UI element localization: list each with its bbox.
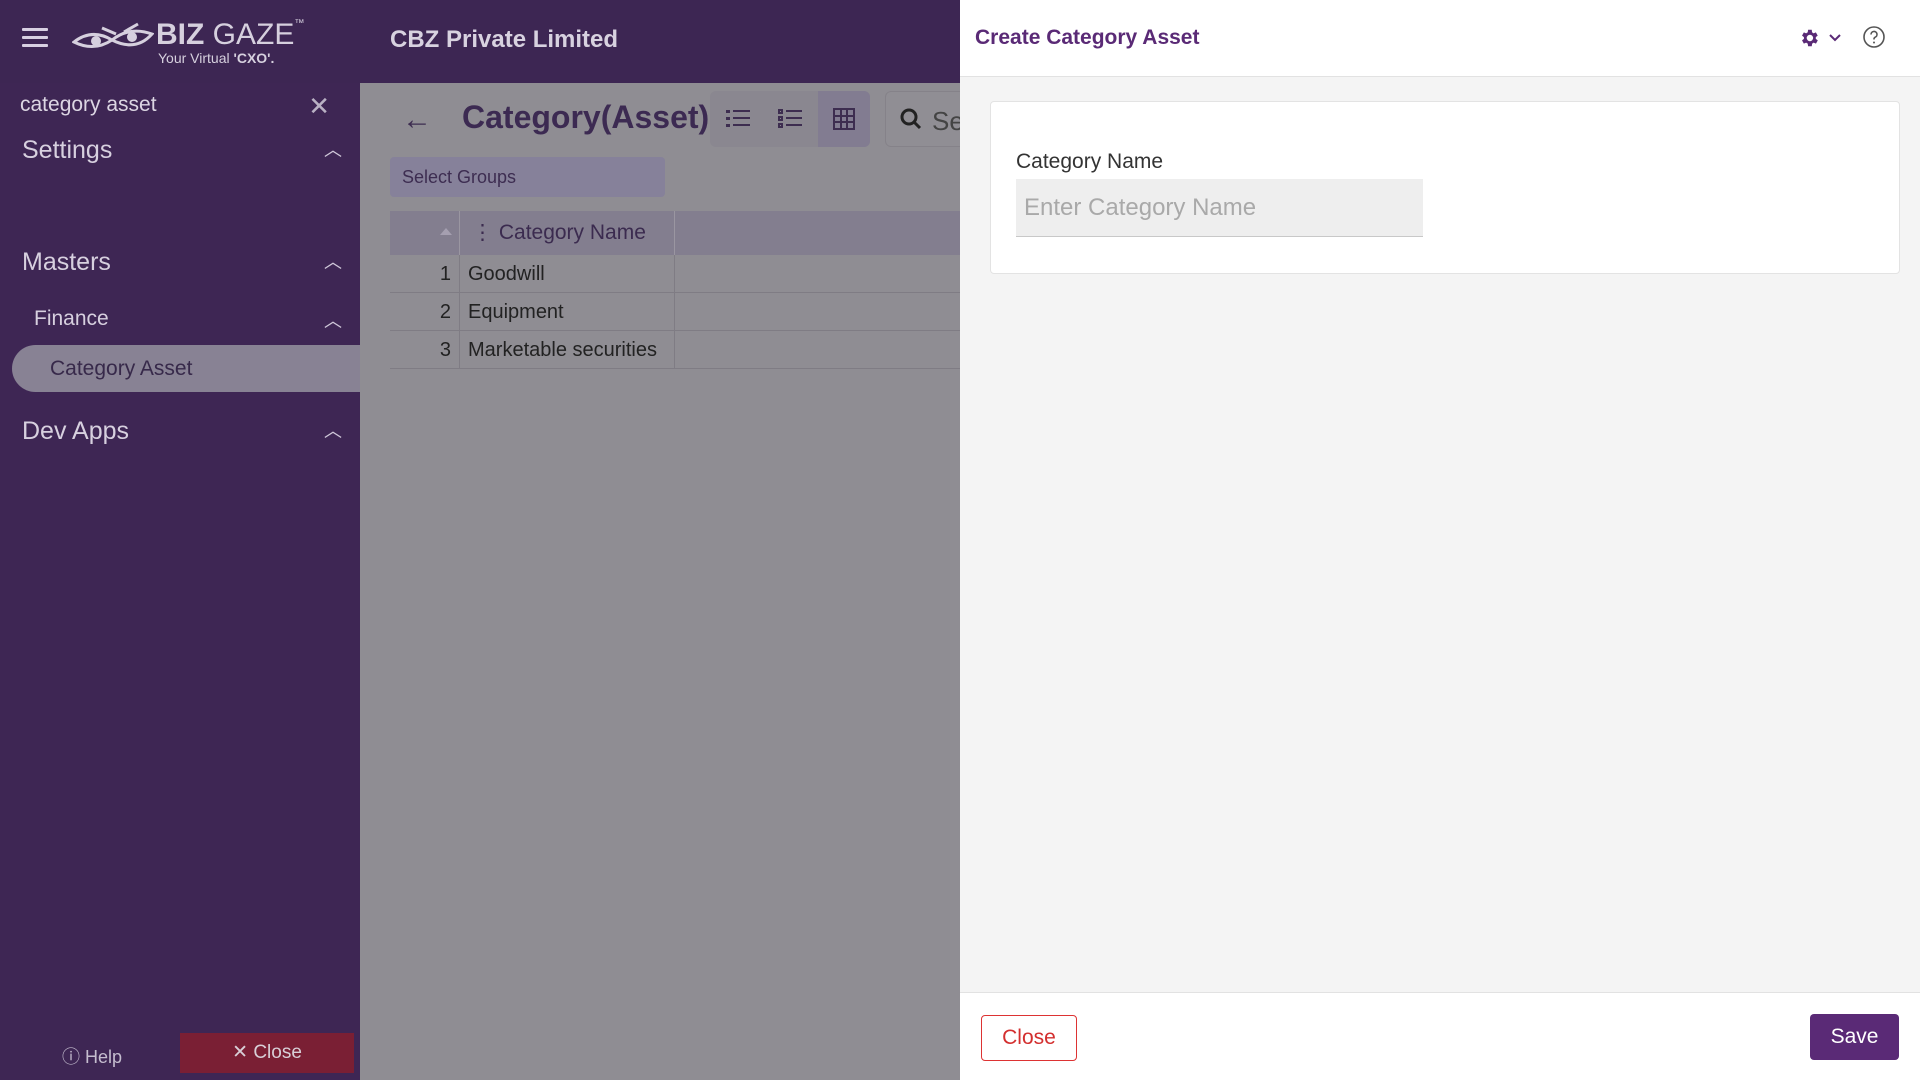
grid-header: ⋮ Category Name: [390, 211, 960, 255]
chevron-up-icon[interactable]: ︿: [324, 417, 342, 443]
row-number-header[interactable]: [390, 211, 460, 255]
sidebar-search-value[interactable]: category asset: [20, 93, 340, 117]
help-button[interactable]: ⓘ Help: [62, 1043, 122, 1069]
category-grid: ⋮ Category Name 1 Goodwill 2 Equipment 3…: [390, 211, 960, 369]
sidebar-section-dev-apps[interactable]: Dev Apps ︿: [22, 417, 342, 446]
category-name-cell: Goodwill: [460, 255, 675, 293]
sidebar-subsection-label: Finance: [34, 307, 109, 330]
column-header-category-name[interactable]: ⋮ Category Name: [460, 211, 675, 255]
view-switcher: [710, 91, 870, 147]
sidebar-search[interactable]: category asset ✕: [20, 93, 340, 123]
row-number: 2: [390, 293, 460, 331]
drawer-title: Create Category Asset: [975, 26, 1200, 49]
app-logo[interactable]: BIZ GAZE™ Your Virtual 'CXO'.: [72, 16, 304, 68]
sidebar-section-label: Masters: [22, 248, 111, 276]
chevron-up-icon[interactable]: ︿: [324, 307, 342, 333]
close-button[interactable]: Close: [981, 1015, 1077, 1061]
search-icon: [900, 108, 922, 130]
gear-icon[interactable]: [1798, 27, 1820, 49]
sidebar-section-masters[interactable]: Masters ︿: [22, 248, 342, 277]
menu-icon[interactable]: [22, 28, 48, 50]
category-name-input[interactable]: [1016, 179, 1423, 237]
category-name-cell: Marketable securities: [460, 331, 675, 369]
row-number: 1: [390, 255, 460, 293]
sidebar-close-label: Close: [253, 1042, 302, 1063]
drawer-footer: Close Save: [960, 992, 1920, 1080]
sidebar-subsection-finance[interactable]: Finance ︿: [34, 307, 342, 331]
help-icon: ⓘ: [62, 1047, 80, 1067]
column-header-label: Category Name: [498, 221, 646, 244]
brand-name: BIZ GAZE™: [156, 18, 305, 51]
company-name: CBZ Private Limited: [390, 26, 619, 53]
main-content: ← Category(Asset) Se Select Groups ⋮ Cat…: [360, 83, 975, 1080]
brand-tagline: Your Virtual 'CXO'.: [158, 50, 275, 66]
select-groups-dropdown[interactable]: Select Groups: [390, 157, 665, 197]
close-icon[interactable]: ✕: [308, 93, 330, 119]
table-row[interactable]: 1 Goodwill: [390, 255, 960, 293]
category-name-cell: Equipment: [460, 293, 675, 331]
sidebar-close-button[interactable]: ✕ Close: [180, 1033, 354, 1073]
question-circle-icon[interactable]: [1862, 25, 1886, 49]
create-category-drawer: Create Category Asset Category Name Clos…: [960, 0, 1920, 1080]
detail-list-icon[interactable]: [764, 91, 816, 147]
save-button[interactable]: Save: [1810, 1014, 1899, 1060]
grid-view-icon[interactable]: [818, 91, 870, 147]
sidebar: category asset ✕ Settings ︿ Masters ︿ Fi…: [0, 83, 360, 1080]
row-number: 3: [390, 331, 460, 369]
help-label: Help: [85, 1047, 123, 1067]
chevron-up-icon[interactable]: ︿: [324, 248, 342, 274]
close-icon: ✕: [232, 1042, 249, 1063]
list-view-icon[interactable]: [712, 91, 764, 147]
sidebar-item-category-asset[interactable]: Category Asset: [12, 345, 360, 392]
drawer-header: Create Category Asset: [960, 0, 1920, 77]
sidebar-section-label: Dev Apps: [22, 417, 130, 445]
sidebar-section-settings[interactable]: Settings ︿: [22, 136, 342, 165]
category-name-label: Category Name: [1016, 150, 1164, 173]
table-row[interactable]: 3 Marketable securities: [390, 331, 960, 369]
chevron-up-icon[interactable]: ︿: [324, 136, 342, 162]
chevron-down-icon[interactable]: [1828, 30, 1842, 44]
back-arrow-icon[interactable]: ←: [402, 103, 432, 137]
category-form-card: Category Name: [990, 101, 1900, 274]
table-row[interactable]: 2 Equipment: [390, 293, 960, 331]
logo-eyes-icon: [72, 22, 154, 48]
sort-icon: [440, 228, 452, 235]
sidebar-section-label: Settings: [22, 136, 113, 164]
page-title: Category(Asset): [462, 99, 710, 135]
